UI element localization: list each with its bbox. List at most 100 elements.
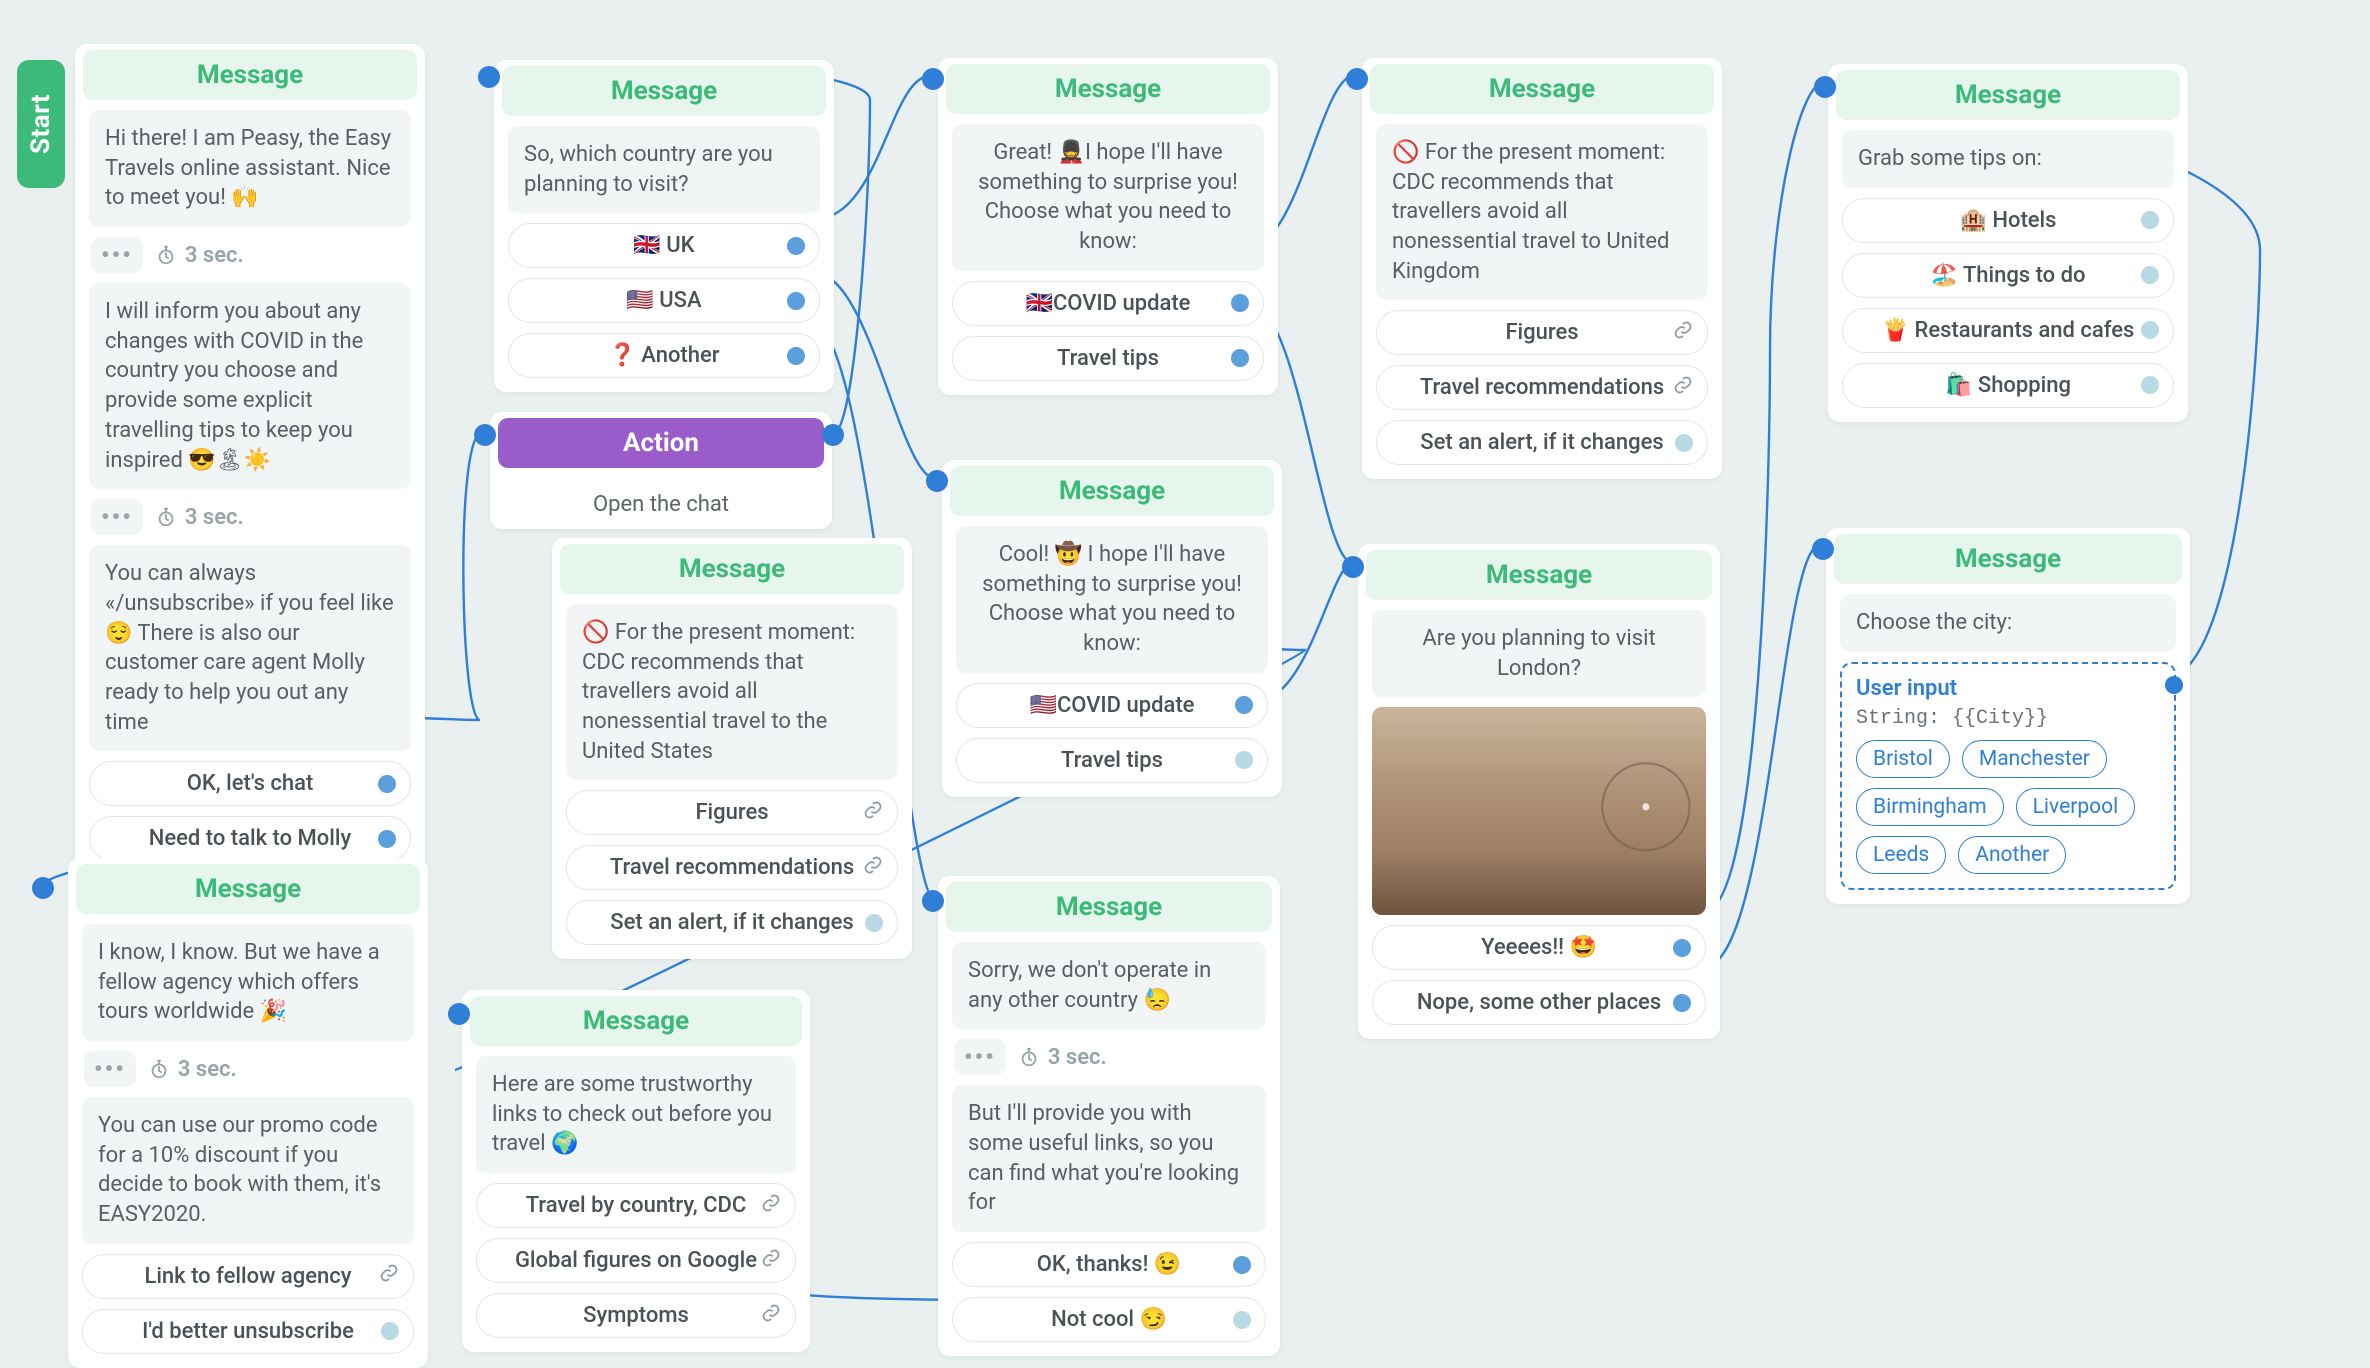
tag-another[interactable]: Another	[1958, 836, 2066, 874]
connector-dot	[378, 775, 396, 793]
pause: ••• 3 sec.	[84, 1051, 414, 1087]
port-in	[922, 890, 944, 912]
connector-dot	[1673, 939, 1691, 957]
tag-leeds[interactable]: Leeds	[1856, 836, 1946, 874]
dots-icon: •••	[84, 1051, 136, 1087]
connector-dot	[378, 830, 396, 848]
option-usa[interactable]: 🇺🇸 USA	[508, 278, 820, 323]
bubble: 🚫 For the present moment: CDC recommends…	[1376, 124, 1708, 300]
node-cdc-usa[interactable]: Message 🚫 For the present moment: CDC re…	[552, 538, 912, 959]
bubble: You can use our promo code for a 10% dis…	[82, 1097, 414, 1244]
port-out	[822, 424, 844, 446]
link-icon	[1673, 320, 1693, 346]
tag-birmingham[interactable]: Birmingham	[1856, 788, 2004, 826]
bubble: Choose the city:	[1840, 594, 2176, 652]
card-title: Message	[76, 864, 420, 914]
option-symptoms[interactable]: Symptoms	[476, 1293, 796, 1338]
option-not-cool[interactable]: Not cool 😏	[952, 1297, 1266, 1342]
stopwatch-icon	[155, 506, 177, 528]
option-usa-covid[interactable]: 🇺🇸COVID update	[956, 683, 1268, 728]
port-out	[2165, 676, 2183, 694]
port-in	[1346, 68, 1368, 90]
option-google-figures[interactable]: Global figures on Google	[476, 1238, 796, 1283]
tags: Bristol Manchester Birmingham Liverpool …	[1856, 740, 2160, 874]
start-tab[interactable]: Start	[17, 60, 65, 188]
link-icon	[761, 1303, 781, 1329]
dots-icon: •••	[91, 237, 143, 273]
option-figures[interactable]: Figures	[1376, 310, 1708, 355]
option-shopping[interactable]: 🛍️ Shopping	[1842, 363, 2174, 408]
option-nope[interactable]: Nope, some other places	[1372, 980, 1706, 1025]
node-london[interactable]: Message Are you planning to visit London…	[1358, 544, 1720, 1039]
option-another[interactable]: ❓ Another	[508, 333, 820, 378]
port-in	[448, 1003, 470, 1025]
option-ok-thanks[interactable]: OK, thanks! 😉	[952, 1242, 1266, 1287]
card-title: Message	[502, 66, 826, 116]
connector-dot	[2141, 321, 2159, 339]
bubble: Grab some tips on:	[1842, 130, 2174, 188]
port-in	[478, 66, 500, 88]
bubble: I will inform you about any changes with…	[89, 283, 411, 489]
option-uk-covid[interactable]: 🇬🇧COVID update	[952, 281, 1264, 326]
option-hotels[interactable]: 🏨 Hotels	[1842, 198, 2174, 243]
option-uk-tips[interactable]: Travel tips	[952, 336, 1264, 381]
node-trust-links[interactable]: Message Here are some trustworthy links …	[462, 990, 810, 1352]
node-usa-choose[interactable]: Message Cool! 🤠 I hope I'll have somethi…	[942, 460, 1282, 797]
option-talk-molly[interactable]: Need to talk to Molly	[89, 816, 411, 861]
user-input-block[interactable]: User input String: {{City}} Bristol Manc…	[1840, 662, 2176, 890]
option-alert[interactable]: Set an alert, if it changes	[1376, 420, 1708, 465]
user-input-string: String: {{City}}	[1856, 707, 2160, 730]
bubble: I know, I know. But we have a fellow age…	[82, 924, 414, 1041]
tag-liverpool[interactable]: Liverpool	[2016, 788, 2136, 826]
bubble: So, which country are you planning to vi…	[508, 126, 820, 213]
card-title: Message	[1836, 70, 2180, 120]
pause: ••• 3 sec.	[954, 1039, 1266, 1075]
connector-dot	[787, 292, 805, 310]
link-icon	[761, 1193, 781, 1219]
connector-dot	[1675, 434, 1693, 452]
tag-bristol[interactable]: Bristol	[1856, 740, 1950, 778]
link-icon	[863, 855, 883, 881]
card-title: Message	[83, 50, 417, 100]
card-title: Message	[1370, 64, 1714, 114]
option-unsubscribe[interactable]: I'd better unsubscribe	[82, 1309, 414, 1354]
node-uk-choose[interactable]: Message Great! 💂I hope I'll have somethi…	[938, 58, 1278, 395]
bubble: You can always «/unsubscribe» if you fee…	[89, 545, 411, 751]
option-ok-chat[interactable]: OK, let's chat	[89, 761, 411, 806]
node-intro[interactable]: Message Hi there! I am Peasy, the Easy T…	[75, 44, 425, 875]
connector-dot	[787, 237, 805, 255]
link-icon	[761, 1248, 781, 1274]
option-yes[interactable]: Yeeees!! 🤩	[1372, 925, 1706, 970]
pause: ••• 3 sec.	[91, 499, 411, 535]
card-title: Message	[950, 466, 1274, 516]
card-title: Action	[498, 418, 824, 468]
node-fellow-agency[interactable]: Message I know, I know. But we have a fe…	[68, 858, 428, 1368]
option-recs[interactable]: Travel recommendations	[566, 845, 898, 890]
node-country-pick[interactable]: Message So, which country are you planni…	[494, 60, 834, 392]
option-fellow-link[interactable]: Link to fellow agency	[82, 1254, 414, 1299]
bubble: But I'll provide you with some useful li…	[952, 1085, 1266, 1232]
port-in	[1812, 538, 1834, 560]
connector-dot	[1231, 349, 1249, 367]
option-recs[interactable]: Travel recommendations	[1376, 365, 1708, 410]
option-usa-tips[interactable]: Travel tips	[956, 738, 1268, 783]
image-london	[1372, 707, 1706, 915]
node-cdc-uk[interactable]: Message 🚫 For the present moment: CDC re…	[1362, 58, 1722, 479]
connector-dot	[865, 914, 883, 932]
option-uk[interactable]: 🇬🇧 UK	[508, 223, 820, 268]
option-things[interactable]: 🏖️ Things to do	[1842, 253, 2174, 298]
bubble: Are you planning to visit London?	[1372, 610, 1706, 697]
option-figures[interactable]: Figures	[566, 790, 898, 835]
option-restaurants[interactable]: 🍟 Restaurants and cafes	[1842, 308, 2174, 353]
card-title: Message	[1834, 534, 2182, 584]
tag-manchester[interactable]: Manchester	[1962, 740, 2107, 778]
option-cdc-country[interactable]: Travel by country, CDC	[476, 1183, 796, 1228]
node-action-open-chat[interactable]: Action Open the chat	[490, 412, 832, 529]
port-in	[1814, 76, 1836, 98]
node-other-country[interactable]: Message Sorry, we don't operate in any o…	[938, 876, 1280, 1356]
node-city-input[interactable]: Message Choose the city: User input Stri…	[1826, 528, 2190, 904]
port-in	[926, 470, 948, 492]
node-tips[interactable]: Message Grab some tips on: 🏨 Hotels 🏖️ T…	[1828, 64, 2188, 422]
option-alert[interactable]: Set an alert, if it changes	[566, 900, 898, 945]
link-icon	[1673, 375, 1693, 401]
